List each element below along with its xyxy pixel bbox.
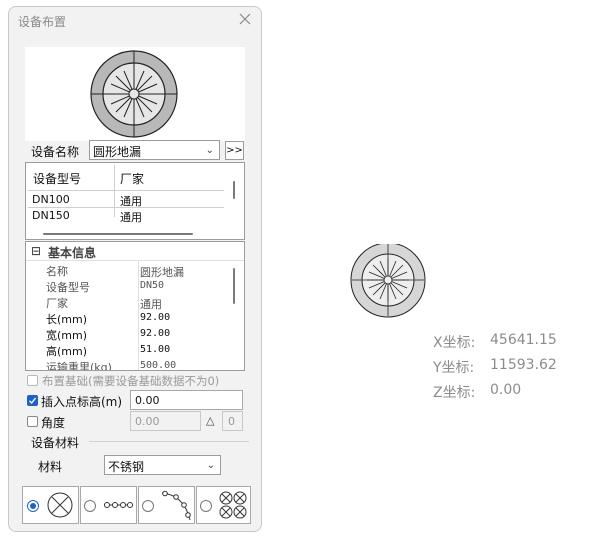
equipment-layout-dialog: 设备布置 设备名称 圆形地漏 ⌄ >> 设备型号 厂家 DN100 通用 DN1… (8, 6, 262, 532)
section-divider (26, 260, 244, 261)
section-title: 基本信息 (48, 246, 97, 260)
equipment-name-select[interactable]: 圆形地漏 ⌄ (89, 140, 220, 160)
table-row[interactable]: DN150 通用 (26, 208, 226, 224)
property-row[interactable]: 运输重里(kg) 500.00 (26, 358, 231, 371)
material-label: 材料 (38, 460, 63, 474)
insert-height-value: 0.00 (135, 394, 160, 407)
layout-option-matrix[interactable] (196, 486, 251, 524)
z-coord-value: 0.00 (490, 382, 522, 398)
angle-label: 角度 (41, 416, 66, 430)
floor-drain-symbol-icon (90, 50, 178, 138)
x-coord-value: 45641.15 (490, 332, 557, 348)
layout-option-single[interactable] (22, 486, 79, 524)
angle-step-input[interactable]: 0 (222, 411, 243, 431)
single-radio[interactable] (27, 500, 39, 512)
y-coord-value: 11593.62 (490, 357, 557, 373)
checkmark-icon (28, 397, 37, 405)
property-name: 长(mm) (46, 313, 88, 326)
dialog-title: 设备布置 (18, 15, 67, 29)
property-name: 设备型号 (46, 281, 90, 294)
property-row[interactable]: 名称 圆形地漏 (26, 262, 231, 279)
line-radio[interactable] (84, 500, 96, 512)
material-group-rule (89, 441, 249, 442)
list-horizontal-scrollbar[interactable] (43, 233, 193, 235)
single-drain-icon (47, 492, 73, 518)
close-icon[interactable] (237, 11, 253, 27)
list-vertical-scrollbar[interactable] (233, 181, 235, 199)
property-value: 92.00 (140, 328, 171, 339)
row-model: DN150 (32, 209, 70, 222)
list-header-vendor[interactable]: 厂家 (120, 170, 144, 187)
angle-step-value: 0 (228, 415, 235, 428)
property-value: 500.00 (140, 360, 177, 371)
arc-radio[interactable] (142, 500, 154, 512)
line-layout-icon (104, 502, 133, 508)
equipment-name-value: 圆形地漏 (93, 145, 142, 159)
property-row[interactable]: 厂家 通用 (26, 294, 231, 311)
property-row[interactable]: 高(mm) 51.00 (26, 342, 231, 358)
material-group-title: 设备材料 (31, 436, 80, 450)
property-grid[interactable]: ⊟ 基本信息 名称 圆形地漏 设备型号 DN50 厂家 通用 长(mm) 92.… (25, 241, 245, 371)
property-value: 51.00 (140, 344, 171, 355)
cursor-drain-preview (350, 244, 426, 318)
property-name: 宽(mm) (46, 329, 88, 342)
row-model: DN100 (32, 193, 70, 206)
property-row[interactable]: 设备型号 DN50 (26, 278, 231, 294)
foundation-label: 布置基础(需要设备基础数据不为0) (42, 374, 220, 388)
equipment-name-label: 设备名称 (31, 145, 80, 159)
property-name: 厂家 (46, 297, 68, 310)
layout-option-line[interactable] (80, 486, 137, 524)
property-row[interactable]: 长(mm) 92.00 (26, 310, 231, 326)
layout-option-arc[interactable] (138, 486, 195, 524)
angle-input[interactable]: 0.00 (130, 411, 201, 431)
x-coord-label: X坐标: (433, 335, 476, 351)
property-value: 92.00 (140, 312, 171, 323)
arc-layout-icon (161, 490, 191, 521)
insert-height-label: 插入点标高(m) (41, 395, 123, 409)
more-button[interactable]: >> (225, 141, 244, 160)
property-vertical-scrollbar[interactable] (233, 268, 235, 304)
z-coord-label: Z坐标: (433, 385, 476, 401)
angle-value: 0.00 (135, 415, 160, 428)
equipment-preview (25, 47, 245, 141)
collapse-icon[interactable]: ⊟ (31, 244, 41, 258)
property-name: 高(mm) (46, 345, 88, 358)
property-name: 名称 (46, 265, 68, 278)
y-coord-label: Y坐标: (433, 360, 475, 376)
dialog-titlebar[interactable]: 设备布置 (9, 7, 261, 35)
angle-checkbox[interactable] (27, 416, 38, 427)
material-value: 不锈钢 (108, 460, 145, 474)
model-list[interactable]: 设备型号 厂家 DN100 通用 DN150 通用 (25, 162, 245, 240)
matrix-radio[interactable] (200, 500, 212, 512)
chevron-down-icon: ⌄ (206, 460, 215, 471)
row-vendor: 通用 (120, 211, 142, 224)
insert-height-checkbox[interactable] (27, 395, 38, 406)
material-select[interactable]: 不锈钢 ⌄ (104, 455, 221, 475)
angle-triangle-icon: △ (206, 414, 215, 427)
table-row[interactable]: DN100 通用 (26, 191, 226, 208)
foundation-checkbox[interactable] (27, 375, 38, 386)
matrix-layout-icon (219, 491, 247, 519)
property-row[interactable]: 宽(mm) 92.00 (26, 326, 231, 342)
chevron-down-icon: ⌄ (205, 145, 214, 156)
property-value: DN50 (140, 280, 165, 291)
property-name: 运输重里(kg) (46, 361, 112, 371)
list-header-model[interactable]: 设备型号 (33, 170, 81, 187)
insert-height-input[interactable]: 0.00 (130, 390, 243, 410)
